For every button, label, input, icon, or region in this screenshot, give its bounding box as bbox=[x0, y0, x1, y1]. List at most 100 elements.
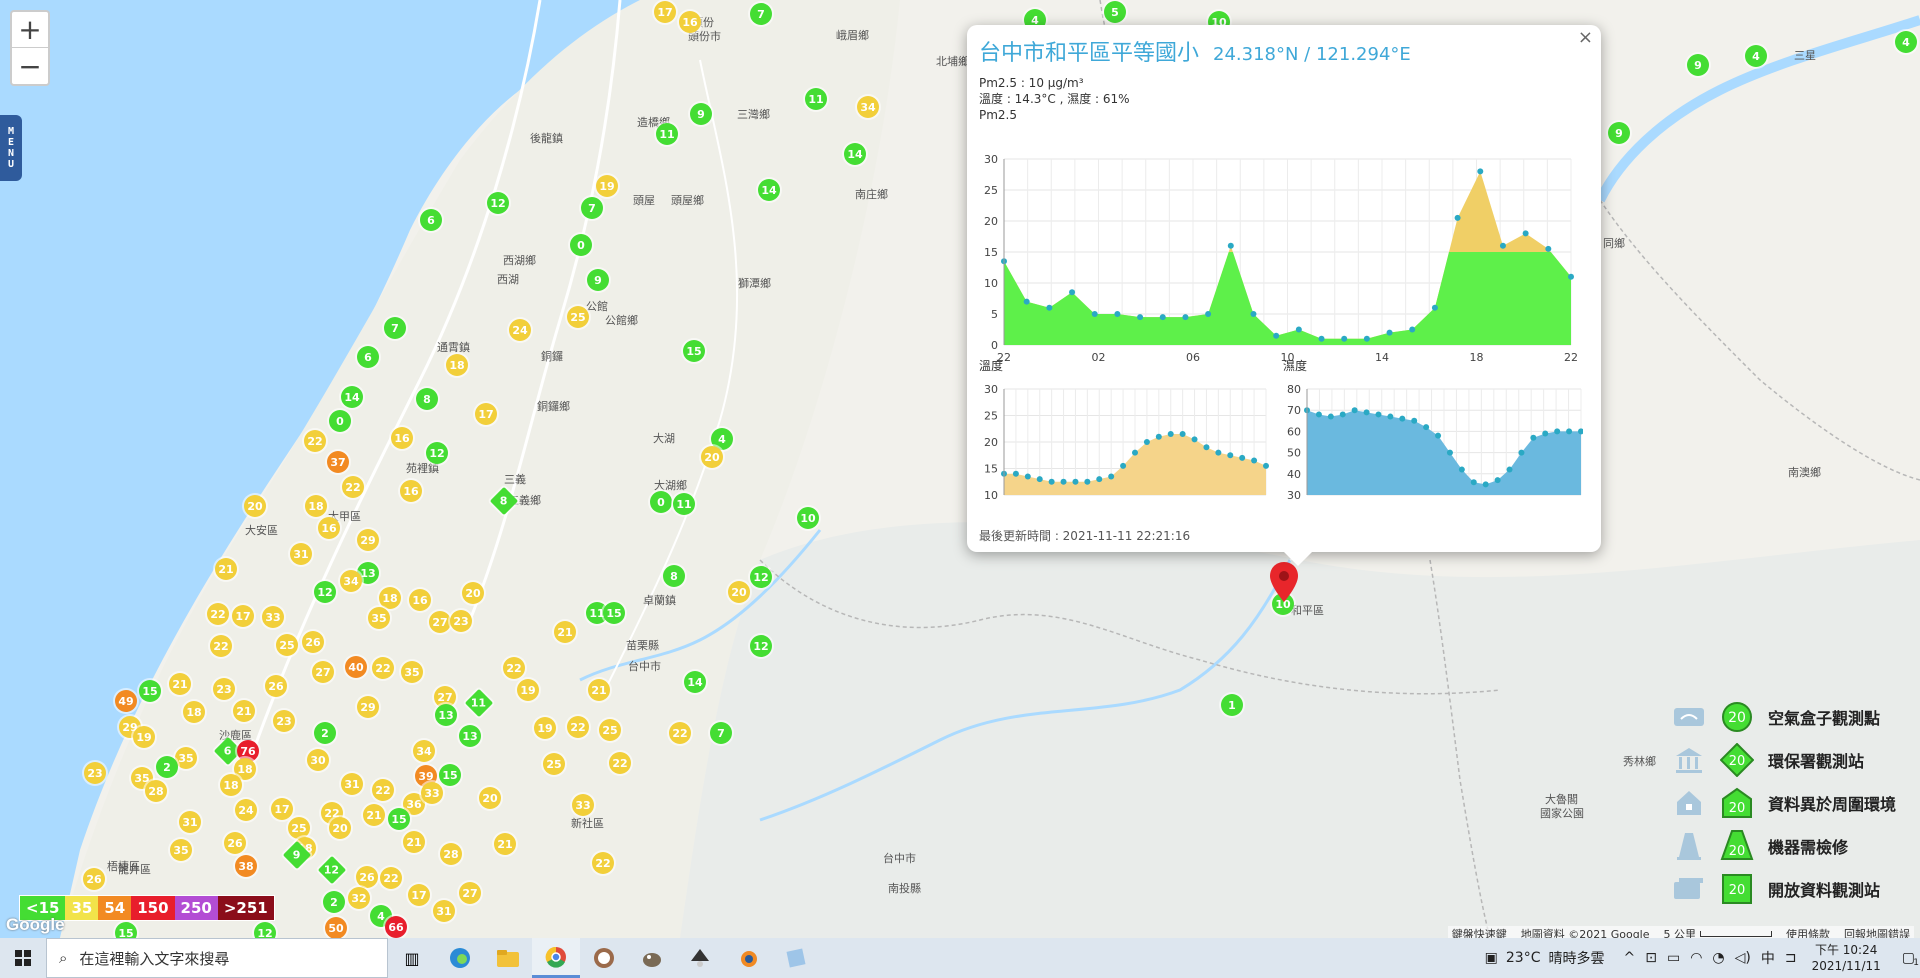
zoom-control[interactable]: + − bbox=[10, 10, 50, 86]
station-marker[interactable]: 8 bbox=[416, 388, 438, 410]
station-marker[interactable]: 25 bbox=[276, 634, 298, 656]
station-marker[interactable]: 21 bbox=[215, 558, 237, 580]
station-marker[interactable]: 16 bbox=[679, 11, 701, 33]
station-marker[interactable]: 49 bbox=[115, 690, 137, 712]
menu-tab[interactable]: MENU bbox=[0, 115, 22, 181]
app-icon-compass[interactable] bbox=[580, 938, 628, 978]
station-marker[interactable]: 26 bbox=[302, 631, 324, 653]
app-icon-inkscape[interactable] bbox=[676, 938, 724, 978]
station-marker[interactable]: 22 bbox=[380, 867, 402, 889]
station-marker[interactable]: 22 bbox=[592, 852, 614, 874]
station-marker[interactable]: 9 bbox=[1687, 54, 1709, 76]
station-marker[interactable]: 16 bbox=[409, 589, 431, 611]
station-marker[interactable]: 14 bbox=[758, 179, 780, 201]
station-marker[interactable]: 25 bbox=[599, 719, 621, 741]
station-marker[interactable]: 66 bbox=[385, 916, 407, 938]
ime-mode-icon[interactable]: ⊐ bbox=[1785, 950, 1797, 966]
station-marker[interactable]: 19 bbox=[596, 175, 618, 197]
show-hidden-icons-icon[interactable]: ^ bbox=[1623, 950, 1635, 966]
station-marker[interactable]: 17 bbox=[408, 884, 430, 906]
network-icon[interactable]: ◠ bbox=[1690, 950, 1702, 966]
station-marker[interactable]: 9 bbox=[1608, 122, 1630, 144]
station-marker[interactable]: 24 bbox=[509, 319, 531, 341]
station-marker[interactable]: 21 bbox=[554, 621, 576, 643]
station-marker[interactable]: 15 bbox=[603, 602, 625, 624]
station-marker[interactable]: 24 bbox=[235, 799, 257, 821]
station-marker[interactable]: 38 bbox=[235, 855, 257, 877]
ime-indicator[interactable]: 中 bbox=[1761, 948, 1775, 968]
station-marker[interactable]: 18 bbox=[379, 587, 401, 609]
station-marker[interactable]: 6 bbox=[420, 209, 442, 231]
volume-icon[interactable]: ◁) bbox=[1735, 950, 1751, 966]
station-marker[interactable]: 22 bbox=[372, 779, 394, 801]
station-marker[interactable]: 25 bbox=[543, 753, 565, 775]
station-marker[interactable]: 27 bbox=[312, 661, 334, 683]
start-button[interactable] bbox=[0, 938, 46, 978]
station-marker[interactable]: 35 bbox=[175, 747, 197, 769]
station-marker[interactable]: 23 bbox=[450, 610, 472, 632]
station-marker[interactable]: 0 bbox=[650, 491, 672, 513]
edge-browser-icon[interactable] bbox=[436, 938, 484, 978]
terms-link[interactable]: 使用條款 bbox=[1786, 926, 1830, 938]
chrome-browser-icon[interactable] bbox=[532, 938, 580, 978]
station-marker[interactable]: 20 bbox=[329, 817, 351, 839]
station-marker[interactable]: 6 bbox=[357, 346, 379, 368]
station-marker[interactable]: 7 bbox=[384, 317, 406, 339]
station-marker[interactable]: 16 bbox=[391, 427, 413, 449]
close-icon[interactable]: × bbox=[1578, 27, 1593, 48]
station-marker[interactable]: 2 bbox=[156, 756, 178, 778]
station-marker[interactable]: 22 bbox=[503, 657, 525, 679]
station-marker[interactable]: 31 bbox=[433, 900, 455, 922]
station-marker[interactable]: 25 bbox=[567, 306, 589, 328]
station-marker[interactable]: 14 bbox=[844, 143, 866, 165]
station-marker[interactable]: 19 bbox=[133, 726, 155, 748]
station-marker[interactable]: 33 bbox=[262, 606, 284, 628]
station-marker[interactable]: 12 bbox=[487, 192, 509, 214]
station-marker[interactable]: 35 bbox=[401, 661, 423, 683]
station-marker[interactable]: 15 bbox=[139, 680, 161, 702]
station-marker[interactable]: 12 bbox=[314, 581, 336, 603]
station-marker[interactable]: 29 bbox=[357, 529, 379, 551]
station-marker[interactable]: 15 bbox=[439, 764, 461, 786]
station-marker[interactable]: 26 bbox=[356, 866, 378, 888]
station-marker[interactable]: 11 bbox=[673, 493, 695, 515]
station-marker[interactable]: 18 bbox=[305, 495, 327, 517]
station-marker[interactable]: 4 bbox=[1895, 31, 1917, 53]
station-marker[interactable]: 27 bbox=[429, 611, 451, 633]
station-marker[interactable]: 14 bbox=[684, 671, 706, 693]
station-marker[interactable]: 12 bbox=[426, 442, 448, 464]
station-marker[interactable]: 25 bbox=[288, 817, 310, 839]
station-marker[interactable]: 17 bbox=[654, 1, 676, 23]
station-marker[interactable]: 23 bbox=[213, 678, 235, 700]
station-marker[interactable]: 20 bbox=[244, 495, 266, 517]
station-marker[interactable]: 0 bbox=[570, 234, 592, 256]
task-view-icon[interactable]: ▥ bbox=[388, 938, 436, 978]
station-marker[interactable]: 30 bbox=[307, 749, 329, 771]
station-marker[interactable]: 31 bbox=[341, 773, 363, 795]
notification-icon[interactable]: ▢ 1 bbox=[1902, 950, 1919, 968]
station-marker[interactable]: 2 bbox=[323, 891, 345, 913]
keyboard-shortcuts-link[interactable]: 鍵盤快速鍵 bbox=[1452, 926, 1507, 938]
station-marker[interactable]: 34 bbox=[857, 96, 879, 118]
station-marker[interactable]: 19 bbox=[534, 717, 556, 739]
report-error-link[interactable]: 回報地圖錯誤 bbox=[1844, 926, 1910, 938]
station-marker[interactable]: 22 bbox=[609, 752, 631, 774]
station-marker[interactable]: 5 bbox=[1104, 1, 1126, 23]
station-marker[interactable]: 22 bbox=[304, 430, 326, 452]
station-marker[interactable]: 31 bbox=[179, 811, 201, 833]
station-marker[interactable]: 12 bbox=[750, 635, 772, 657]
clock[interactable]: 下午 10:24 2021/11/11 bbox=[1812, 942, 1881, 974]
station-marker[interactable]: 15 bbox=[115, 922, 137, 938]
station-marker[interactable]: 11 bbox=[805, 88, 827, 110]
station-marker[interactable]: 35 bbox=[368, 607, 390, 629]
app-icon-blender[interactable] bbox=[724, 938, 772, 978]
station-marker[interactable]: 21 bbox=[403, 831, 425, 853]
station-marker[interactable]: 20 bbox=[479, 787, 501, 809]
app-icon-notes[interactable] bbox=[772, 938, 820, 978]
station-marker[interactable]: 17 bbox=[232, 605, 254, 627]
station-marker[interactable]: 8 bbox=[663, 565, 685, 587]
zoom-in-button[interactable]: + bbox=[12, 12, 48, 48]
station-marker[interactable]: 21 bbox=[169, 673, 191, 695]
station-marker[interactable]: 22 bbox=[210, 635, 232, 657]
station-marker[interactable]: 12 bbox=[750, 566, 772, 588]
